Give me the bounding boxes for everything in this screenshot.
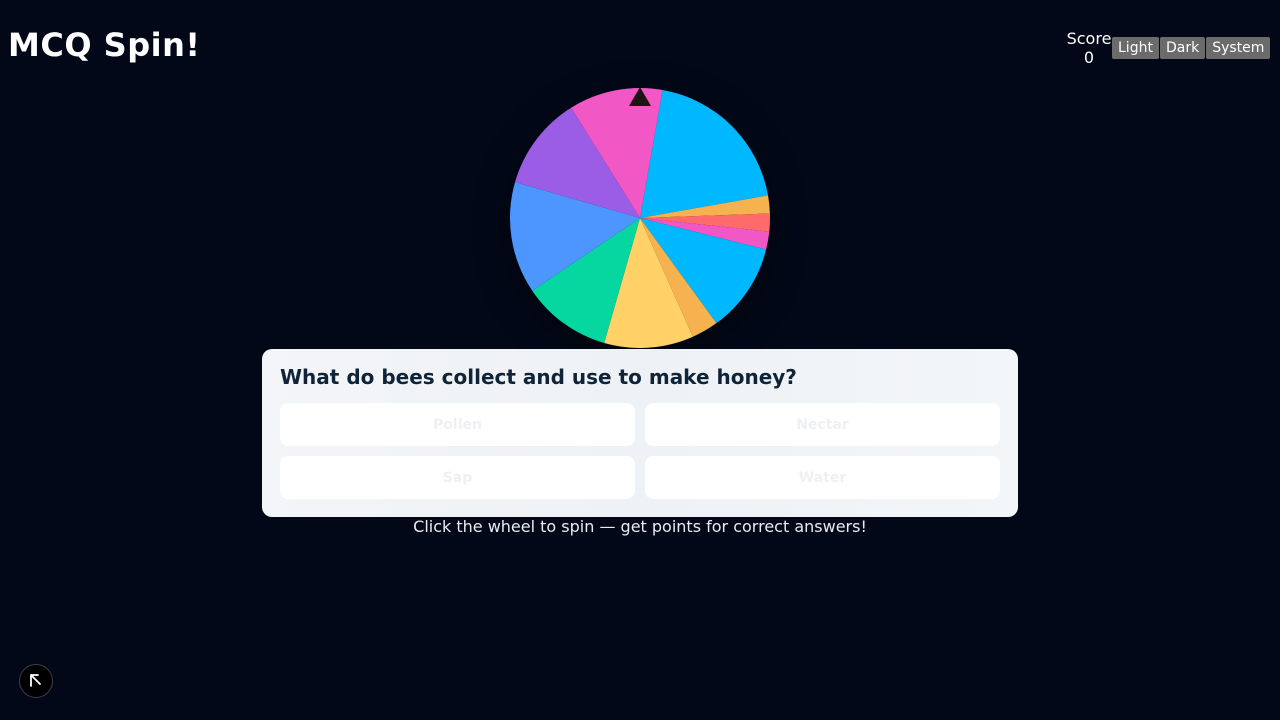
wheel-segment-0[interactable] bbox=[640, 89, 769, 218]
theme-dark-button[interactable]: Dark bbox=[1159, 37, 1206, 59]
answer-option-water[interactable]: Water bbox=[645, 456, 1000, 499]
score-value: 0 bbox=[1083, 48, 1095, 67]
answer-option-nectar[interactable]: Nectar bbox=[645, 403, 1000, 446]
theme-system-button[interactable]: System bbox=[1206, 37, 1271, 59]
cursor-mode-button[interactable] bbox=[19, 664, 53, 698]
theme-light-button[interactable]: Light bbox=[1112, 37, 1159, 59]
triangle-pointer-icon bbox=[629, 87, 651, 106]
cursor-arrow-icon bbox=[30, 674, 41, 687]
question-text: What do bees collect and use to make hon… bbox=[280, 365, 797, 389]
spin-wheel[interactable] bbox=[500, 78, 780, 358]
instructions-text: Click the wheel to spin — get points for… bbox=[413, 517, 867, 536]
theme-switcher: Light Dark System bbox=[1112, 37, 1271, 59]
page-title: MCQ Spin! bbox=[8, 26, 201, 64]
app-root: MCQ Spin! Score 0 Light Dark System What… bbox=[0, 0, 1280, 720]
score-display: Score 0 bbox=[1064, 29, 1114, 67]
question-card: What do bees collect and use to make hon… bbox=[262, 349, 1018, 517]
answer-option-pollen[interactable]: Pollen bbox=[280, 403, 635, 446]
answer-option-sap[interactable]: Sap bbox=[280, 456, 635, 499]
wheel-graphic[interactable] bbox=[500, 78, 780, 358]
score-label: Score bbox=[1066, 29, 1112, 48]
